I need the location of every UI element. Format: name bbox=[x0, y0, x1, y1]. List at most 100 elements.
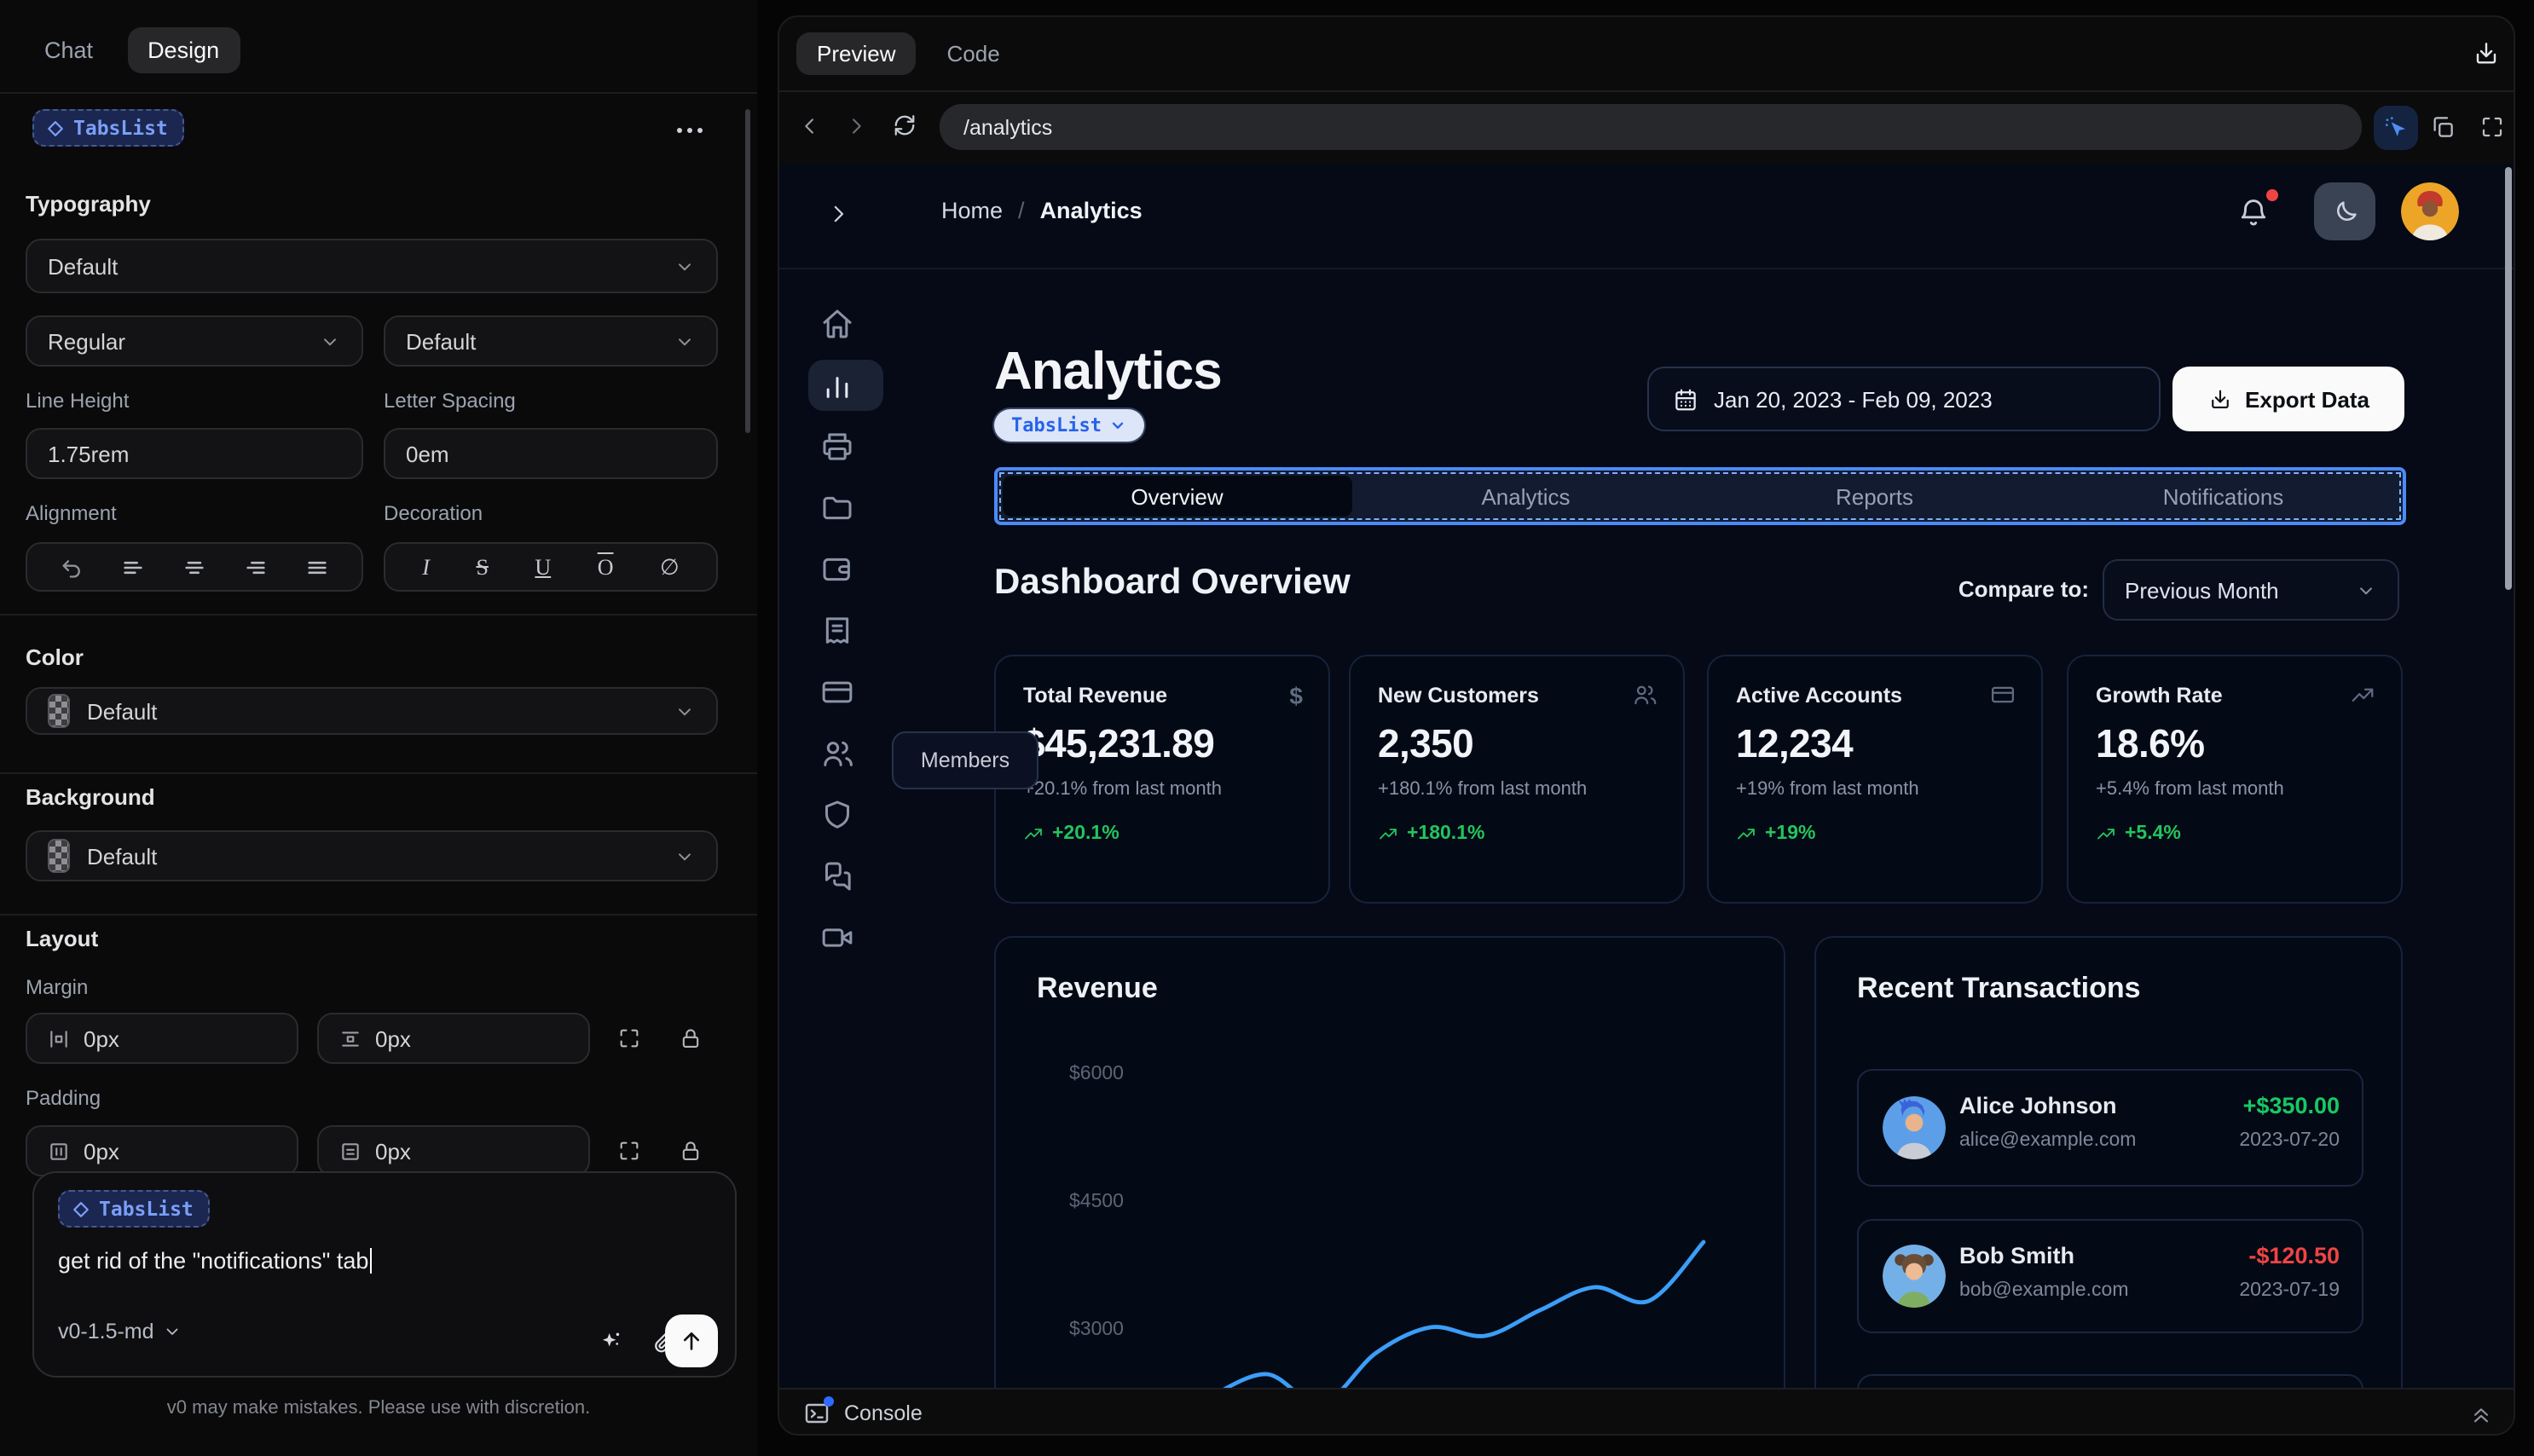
padding-x-input[interactable]: 0px bbox=[26, 1125, 298, 1176]
align-left-icon[interactable] bbox=[121, 555, 145, 579]
console-bar[interactable]: Console bbox=[779, 1388, 2514, 1434]
composer-input[interactable]: get rid of the "notifications" tab bbox=[58, 1248, 373, 1274]
more-options-button[interactable] bbox=[677, 128, 703, 133]
no-decoration-icon[interactable]: ∅ bbox=[660, 553, 680, 581]
url-input[interactable]: /analytics bbox=[940, 104, 2362, 150]
color-select[interactable]: Default bbox=[26, 687, 718, 735]
margin-lock-icon[interactable] bbox=[679, 1026, 703, 1050]
members-icon[interactable] bbox=[820, 737, 854, 771]
preview-viewport: Home / Analytics Members Analytics TabsL… bbox=[779, 164, 2514, 1388]
padding-y-input[interactable]: 0px bbox=[317, 1125, 590, 1176]
fullscreen-icon[interactable] bbox=[2479, 114, 2505, 140]
download-icon bbox=[2207, 387, 2231, 411]
letter-spacing-input[interactable]: 0em bbox=[384, 428, 718, 479]
preview-scrollbar[interactable] bbox=[2505, 167, 2512, 590]
send-button[interactable] bbox=[665, 1314, 718, 1367]
section-title: Dashboard Overview bbox=[994, 563, 1351, 602]
design-panel: Chat Design TabsList Typography Default … bbox=[0, 0, 757, 1456]
breadcrumb-current[interactable]: Analytics bbox=[1040, 198, 1143, 223]
transaction-email: alice@example.com bbox=[1959, 1130, 2137, 1151]
sidebar-toggle-icon[interactable] bbox=[825, 201, 851, 227]
layout-section-label: Layout bbox=[26, 926, 99, 951]
tab-design[interactable]: Design bbox=[127, 26, 240, 72]
forward-icon[interactable] bbox=[844, 114, 868, 138]
theme-toggle-button[interactable] bbox=[2314, 182, 2375, 240]
overline-icon[interactable]: O bbox=[598, 553, 614, 581]
chevrons-up-icon[interactable] bbox=[2469, 1401, 2493, 1425]
align-center-icon[interactable] bbox=[182, 555, 206, 579]
cursor-sparkle-icon bbox=[2382, 114, 2410, 142]
alignment-label: Alignment bbox=[26, 501, 117, 525]
notifications-button[interactable] bbox=[2237, 189, 2278, 237]
messages-icon[interactable] bbox=[820, 859, 854, 893]
enhance-prompt-icon[interactable] bbox=[597, 1328, 624, 1355]
inspect-cursor-button[interactable] bbox=[2374, 106, 2418, 150]
credit-card-icon[interactable] bbox=[820, 675, 854, 709]
strikethrough-icon[interactable]: S bbox=[476, 553, 488, 581]
align-right-icon[interactable] bbox=[244, 555, 268, 579]
padding-horizontal-icon bbox=[48, 1140, 70, 1162]
align-justify-icon[interactable] bbox=[305, 555, 329, 579]
breadcrumb-home[interactable]: Home bbox=[941, 198, 1003, 223]
transaction-row[interactable]: Alice Johnson alice@example.com +$350.00… bbox=[1857, 1069, 2363, 1187]
app-window: Chat Design TabsList Typography Default … bbox=[0, 0, 2534, 1456]
font-family-select[interactable]: Default bbox=[26, 239, 718, 293]
analytics-icon[interactable] bbox=[820, 368, 854, 402]
model-select[interactable]: v0-1.5-md bbox=[58, 1320, 183, 1343]
margin-x-input[interactable]: 0px bbox=[26, 1013, 298, 1064]
user-avatar[interactable] bbox=[2401, 182, 2459, 240]
padding-lock-icon[interactable] bbox=[679, 1139, 703, 1163]
background-section-label: Background bbox=[26, 784, 155, 810]
stat-trend: +5.4% bbox=[2096, 823, 2181, 844]
italic-icon[interactable]: I bbox=[422, 553, 430, 581]
selected-element-badge[interactable]: TabsList bbox=[994, 409, 1144, 442]
color-section-label: Color bbox=[26, 644, 84, 670]
margin-y-input[interactable]: 0px bbox=[317, 1013, 590, 1064]
font-weight-select[interactable]: Regular bbox=[26, 315, 363, 367]
copy-icon[interactable] bbox=[2430, 114, 2456, 140]
typography-section-label: Typography bbox=[26, 191, 151, 217]
wallet-icon[interactable] bbox=[820, 552, 854, 586]
line-height-input[interactable]: 1.75rem bbox=[26, 428, 363, 479]
transaction-date: 2023-07-19 bbox=[2239, 1280, 2340, 1301]
back-icon[interactable] bbox=[798, 114, 822, 138]
underline-icon[interactable]: U bbox=[535, 553, 551, 581]
tab-analytics[interactable]: Analytics bbox=[1351, 476, 1700, 517]
transaction-row[interactable]: Bob Smith bob@example.com -$120.50 2023-… bbox=[1857, 1219, 2363, 1333]
undo-icon[interactable] bbox=[60, 555, 84, 579]
selected-component-chip[interactable]: TabsList bbox=[32, 109, 185, 147]
chat-composer[interactable]: TabsList get rid of the "notifications" … bbox=[32, 1171, 737, 1378]
receipt-icon[interactable] bbox=[820, 614, 854, 648]
y-tick: $3000 bbox=[1069, 1320, 1124, 1340]
folder-icon[interactable] bbox=[820, 491, 854, 525]
panel-scrollbar[interactable] bbox=[745, 109, 750, 433]
composer-component-chip[interactable]: TabsList bbox=[58, 1190, 211, 1228]
tab-code[interactable]: Code bbox=[947, 40, 1000, 66]
transaction-row-partial[interactable] bbox=[1857, 1374, 2363, 1388]
preview-panel: Preview Code /analytics Home / Analytics bbox=[778, 15, 2515, 1436]
tab-preview[interactable]: Preview bbox=[796, 32, 917, 74]
refresh-icon[interactable] bbox=[892, 113, 917, 138]
export-data-button[interactable]: Export Data bbox=[2172, 367, 2404, 431]
chevron-down-icon bbox=[674, 255, 696, 277]
padding-expand-icon[interactable] bbox=[617, 1139, 641, 1163]
font-size-select[interactable]: Default bbox=[384, 315, 718, 367]
chevron-down-icon bbox=[674, 845, 696, 867]
tab-chat[interactable]: Chat bbox=[44, 37, 93, 62]
compare-select[interactable]: Previous Month bbox=[2103, 559, 2399, 621]
tab-reports[interactable]: Reports bbox=[1700, 476, 2049, 517]
avatar bbox=[1883, 1245, 1946, 1308]
background-select[interactable]: Default bbox=[26, 830, 718, 881]
printer-icon[interactable] bbox=[820, 430, 854, 464]
home-icon[interactable] bbox=[820, 307, 854, 341]
members-tooltip: Members bbox=[892, 731, 1038, 789]
tab-notifications[interactable]: Notifications bbox=[2049, 476, 2398, 517]
transaction-name: Bob Smith bbox=[1959, 1243, 2074, 1268]
tab-overview[interactable]: Overview bbox=[1003, 476, 1351, 517]
video-icon[interactable] bbox=[820, 921, 854, 955]
margin-expand-icon[interactable] bbox=[617, 1026, 641, 1050]
download-icon[interactable] bbox=[2473, 39, 2500, 66]
y-tick: $6000 bbox=[1069, 1064, 1124, 1084]
shield-icon[interactable] bbox=[820, 798, 854, 832]
date-range-button[interactable]: Jan 20, 2023 - Feb 09, 2023 bbox=[1647, 367, 2161, 431]
